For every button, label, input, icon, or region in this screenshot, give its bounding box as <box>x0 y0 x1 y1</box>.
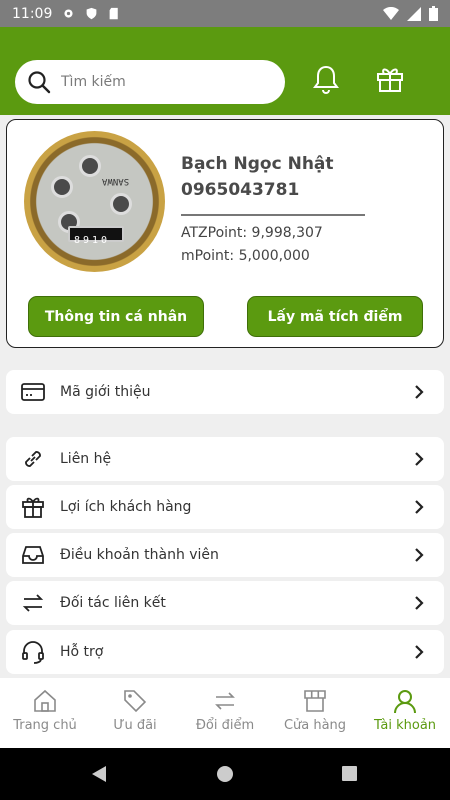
meter-brand: SANWA <box>102 176 130 186</box>
menu-item-support[interactable]: Hỗ trợ <box>6 630 444 674</box>
status-time: 11:09 <box>12 5 53 22</box>
chevron-right-icon <box>415 596 424 610</box>
menu-item-label: Điều khoản thành viên <box>60 547 219 563</box>
menu-item-label: Lợi ích khách hàng <box>60 499 192 515</box>
nav-account[interactable]: Tài khoản <box>360 678 450 748</box>
store-icon <box>304 690 326 712</box>
m-point: mPoint: 5,000,000 <box>181 248 310 264</box>
nav-label: Tài khoản <box>373 718 437 733</box>
home-icon <box>34 689 56 712</box>
search-bar[interactable] <box>15 60 285 104</box>
wifi-icon <box>383 6 399 20</box>
user-phone: 0965043781 <box>181 180 300 200</box>
profile-card: SANWA 8910 Bạch Ngọc Nhật 0965043781 ATZ… <box>6 119 444 348</box>
sd-card-icon <box>109 7 119 20</box>
nav-label: Trang chủ <box>13 718 77 733</box>
gear-icon <box>64 9 73 18</box>
chevron-right-icon <box>415 548 424 562</box>
search-icon <box>28 71 51 94</box>
system-nav-bar <box>0 748 450 800</box>
chevron-right-icon <box>415 452 424 466</box>
menu-item-label: Hỗ trợ <box>60 644 104 660</box>
nav-redeem[interactable]: Đổi điểm <box>180 678 270 748</box>
shield-icon <box>86 7 97 20</box>
divider <box>181 214 365 216</box>
atz-point: ATZPoint: 9,998,307 <box>181 225 323 241</box>
back-icon[interactable] <box>90 765 108 783</box>
menu-item-referral-code[interactable]: Mã giới thiệu <box>6 370 444 414</box>
nav-label: Đổi điểm <box>195 718 255 733</box>
gift-icon <box>22 497 44 518</box>
user-icon <box>394 690 416 714</box>
inbox-icon <box>22 546 44 564</box>
avatar[interactable]: SANWA 8910 <box>24 131 165 272</box>
recents-icon[interactable] <box>341 765 358 782</box>
search-input[interactable] <box>61 74 261 90</box>
menu-item-customer-benefits[interactable]: Lợi ích khách hàng <box>6 485 444 529</box>
headset-icon <box>22 641 44 664</box>
link-icon <box>25 451 41 467</box>
swap-icon <box>215 692 235 710</box>
get-points-code-button[interactable]: Lấy mã tích điểm <box>247 296 423 337</box>
personal-info-button[interactable]: Thông tin cá nhân <box>28 296 204 337</box>
gift-icon[interactable] <box>374 63 406 95</box>
status-bar: 11:09 <box>0 0 450 27</box>
menu-item-label: Liên hệ <box>60 451 112 467</box>
nav-label: Cửa hàng <box>283 718 347 733</box>
app-header <box>0 27 450 115</box>
nav-label: Ưu đãi <box>113 718 157 733</box>
signal-icon <box>407 6 421 21</box>
meter-counter: 8910 <box>68 226 124 246</box>
nav-home[interactable]: Trang chủ <box>0 678 90 748</box>
home-button-icon[interactable] <box>216 765 234 783</box>
tag-icon <box>124 690 147 713</box>
menu-item-label: Đối tác liên kết <box>60 595 166 611</box>
battery-icon <box>429 6 438 21</box>
chevron-right-icon <box>415 385 424 399</box>
bell-icon[interactable] <box>310 63 342 95</box>
menu-item-contact[interactable]: Liên hệ <box>6 437 444 481</box>
menu-item-partners[interactable]: Đối tác liên kết <box>6 581 444 625</box>
user-name: Bạch Ngọc Nhật <box>181 154 334 174</box>
card-icon <box>21 383 45 401</box>
nav-store[interactable]: Cửa hàng <box>270 678 360 748</box>
bottom-nav: Trang chủ Ưu đãi Đổi điểm Cửa hàng Tài k… <box>0 678 450 748</box>
menu-item-member-terms[interactable]: Điều khoản thành viên <box>6 533 444 577</box>
menu-item-label: Mã giới thiệu <box>60 384 151 400</box>
chevron-right-icon <box>415 645 424 659</box>
swap-icon <box>22 594 44 612</box>
nav-offers[interactable]: Ưu đãi <box>90 678 180 748</box>
chevron-right-icon <box>415 500 424 514</box>
